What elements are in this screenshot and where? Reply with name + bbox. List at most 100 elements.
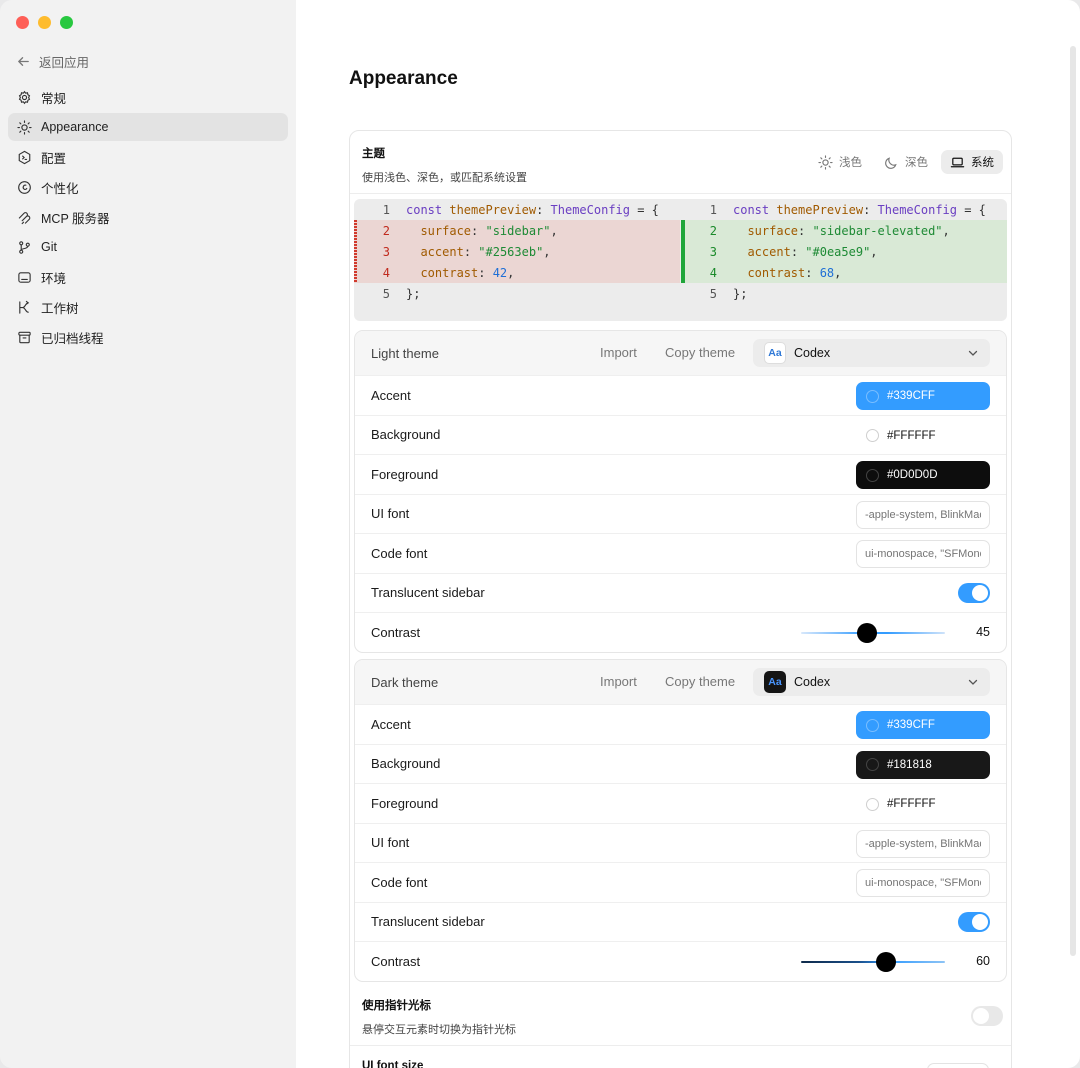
- divider: [350, 193, 1011, 194]
- dark-foreground-color-picker[interactable]: #FFFFFF: [856, 790, 990, 818]
- dark-preset-select[interactable]: Aa Codex: [753, 668, 990, 696]
- pointer-cursor-toggle[interactable]: [971, 1006, 1003, 1026]
- dark-theme-header: Dark theme Import Copy theme Aa Codex: [355, 660, 1006, 704]
- settings-content: Appearance 主题 使用浅色、深色，或匹配系统设置 浅色 深色 系统 1…: [296, 0, 1080, 1068]
- light-import-button[interactable]: Import: [600, 345, 637, 360]
- sidebar: 返回应用 常规 Appearance 配置 个性化 MCP 服务器 Git 环境…: [0, 0, 296, 1068]
- theme-section-header: 主题 使用浅色、深色，或匹配系统设置: [362, 145, 527, 185]
- theme-mode-dark-button[interactable]: 深色: [875, 150, 937, 174]
- light-ui-font-input[interactable]: [856, 500, 990, 529]
- dark-code-font-input[interactable]: [856, 869, 990, 897]
- light-accent-row: Accent #339CFF: [355, 375, 1006, 415]
- sidebar-item-label: 工作树: [41, 301, 79, 316]
- dark-ui-font-row: UI font: [355, 822, 1006, 863]
- terminal-icon: [18, 150, 31, 164]
- diff-line-removed: 2 surface: "sidebar",: [354, 220, 680, 241]
- diff-line-added: 2 surface: "sidebar-elevated",: [681, 220, 1007, 241]
- archive-icon: [18, 331, 31, 343]
- light-code-font-row: Code font: [355, 533, 1006, 573]
- color-dot: [866, 389, 879, 403]
- scrollbar[interactable]: [1070, 46, 1076, 956]
- dark-import-button[interactable]: Import: [600, 674, 637, 689]
- font-preview-icon: Aa: [764, 342, 786, 364]
- dark-accent-row: Accent #339CFF: [355, 704, 1006, 744]
- row-label: Code font: [371, 545, 428, 561]
- light-translucent-toggle[interactable]: [958, 582, 990, 603]
- light-theme-panel: Light theme Import Copy theme Aa Codex A…: [354, 330, 1007, 653]
- sidebar-item-label: 配置: [41, 151, 67, 166]
- diff-line-added: 4 contrast: 68,: [681, 262, 1007, 283]
- row-label: UI font: [371, 506, 410, 522]
- page-title: Appearance: [349, 68, 458, 89]
- dark-accent-color-picker[interactable]: #339CFF: [856, 711, 990, 739]
- diff-line-removed: 4 contrast: 42,: [354, 262, 680, 283]
- sidebar-item-label: 已归档线程: [41, 331, 104, 346]
- light-ui-font-row: UI font: [355, 493, 1006, 534]
- sidebar-item-label: 环境: [41, 271, 67, 286]
- sidebar-item-personalize[interactable]: 个性化: [8, 173, 288, 201]
- theme-title: 主题: [362, 148, 385, 160]
- zoom-window-button[interactable]: [60, 16, 73, 29]
- sidebar-item-git[interactable]: Git: [8, 233, 288, 261]
- light-code-font-input[interactable]: [856, 540, 990, 568]
- monitor-icon: [18, 271, 31, 283]
- row-label: Accent: [371, 387, 411, 403]
- window-controls: [16, 16, 73, 29]
- dark-ui-font-input[interactable]: [856, 829, 990, 858]
- color-dot: [866, 718, 879, 732]
- dark-translucent-toggle[interactable]: [958, 911, 990, 932]
- light-contrast-slider[interactable]: [801, 623, 945, 643]
- sidebar-item-general[interactable]: 常规: [8, 83, 288, 111]
- sidebar-item-worktree[interactable]: 工作树: [8, 293, 288, 321]
- diff-line: 1 const themePreview: ThemeConfig = {: [382, 202, 659, 217]
- theme-mode-system-button[interactable]: 系统: [941, 150, 1003, 174]
- diff-line: 1 const themePreview: ThemeConfig = {: [709, 202, 986, 217]
- slider-knob[interactable]: [857, 623, 877, 643]
- slider-knob[interactable]: [876, 952, 896, 972]
- sidebar-item-label: Git: [41, 240, 57, 254]
- pointer-cursor-subtitle: 悬停交互元素时切换为指针光标: [362, 1024, 516, 1036]
- dark-contrast-slider[interactable]: [801, 952, 945, 972]
- diff-pane-new: 1 const themePreview: ThemeConfig = { 2 s…: [681, 199, 1007, 321]
- light-copy-theme-button[interactable]: Copy theme: [665, 345, 735, 360]
- light-preset-select[interactable]: Aa Codex: [753, 339, 990, 367]
- row-label: UI font: [371, 835, 410, 851]
- sidebar-item-config[interactable]: 配置: [8, 143, 288, 171]
- sidebar-item-appearance[interactable]: Appearance: [8, 113, 288, 141]
- dark-copy-theme-button[interactable]: Copy theme: [665, 674, 735, 689]
- color-dot: [866, 758, 879, 771]
- sidebar-item-label: Appearance: [41, 120, 109, 134]
- pointer-cursor-title: 使用指针光标: [362, 1000, 431, 1012]
- sidebar-item-mcp[interactable]: MCP 服务器: [8, 203, 288, 231]
- diff-line-removed: 3 accent: "#2563eb",: [354, 241, 680, 262]
- dark-background-color-picker[interactable]: #181818: [856, 750, 990, 779]
- theme-mode-light-button[interactable]: 浅色: [809, 150, 871, 174]
- arrow-left-icon: [17, 57, 29, 66]
- theme-subtitle: 使用浅色、深色，或匹配系统设置: [362, 172, 527, 184]
- close-window-button[interactable]: [16, 16, 29, 29]
- divider: [350, 1045, 1011, 1046]
- light-foreground-color-picker[interactable]: #0D0D0D: [856, 461, 990, 489]
- row-label: Background: [371, 427, 441, 443]
- light-background-color-picker[interactable]: #FFFFFF: [856, 421, 990, 450]
- light-foreground-row: Foreground #0D0D0D: [355, 454, 1006, 494]
- dark-foreground-row: Foreground #FFFFFF: [355, 783, 1006, 823]
- minimize-window-button[interactable]: [38, 16, 51, 29]
- back-to-app-link[interactable]: 返回应用: [16, 52, 89, 71]
- light-theme-title: Light theme: [371, 345, 439, 361]
- sun-icon: [818, 154, 833, 170]
- gear-icon: [18, 90, 31, 104]
- row-label: Translucent sidebar: [371, 914, 485, 930]
- font-preview-icon: Aa: [764, 671, 786, 693]
- light-theme-header: Light theme Import Copy theme Aa Codex: [355, 331, 1006, 375]
- dark-translucent-row: Translucent sidebar: [355, 901, 1006, 942]
- color-value: #FFFFFF: [887, 429, 936, 442]
- moon-icon: [885, 156, 897, 169]
- ui-font-size-input[interactable]: [927, 1063, 989, 1068]
- row-label: Contrast: [371, 953, 421, 969]
- settings-nav: 常规 Appearance 配置 个性化 MCP 服务器 Git 环境 工作树 …: [8, 83, 288, 353]
- sidebar-item-archived[interactable]: 已归档线程: [8, 323, 288, 351]
- dark-contrast-value: 60: [976, 954, 990, 968]
- sidebar-item-environment[interactable]: 环境: [8, 263, 288, 291]
- light-accent-color-picker[interactable]: #339CFF: [856, 382, 990, 410]
